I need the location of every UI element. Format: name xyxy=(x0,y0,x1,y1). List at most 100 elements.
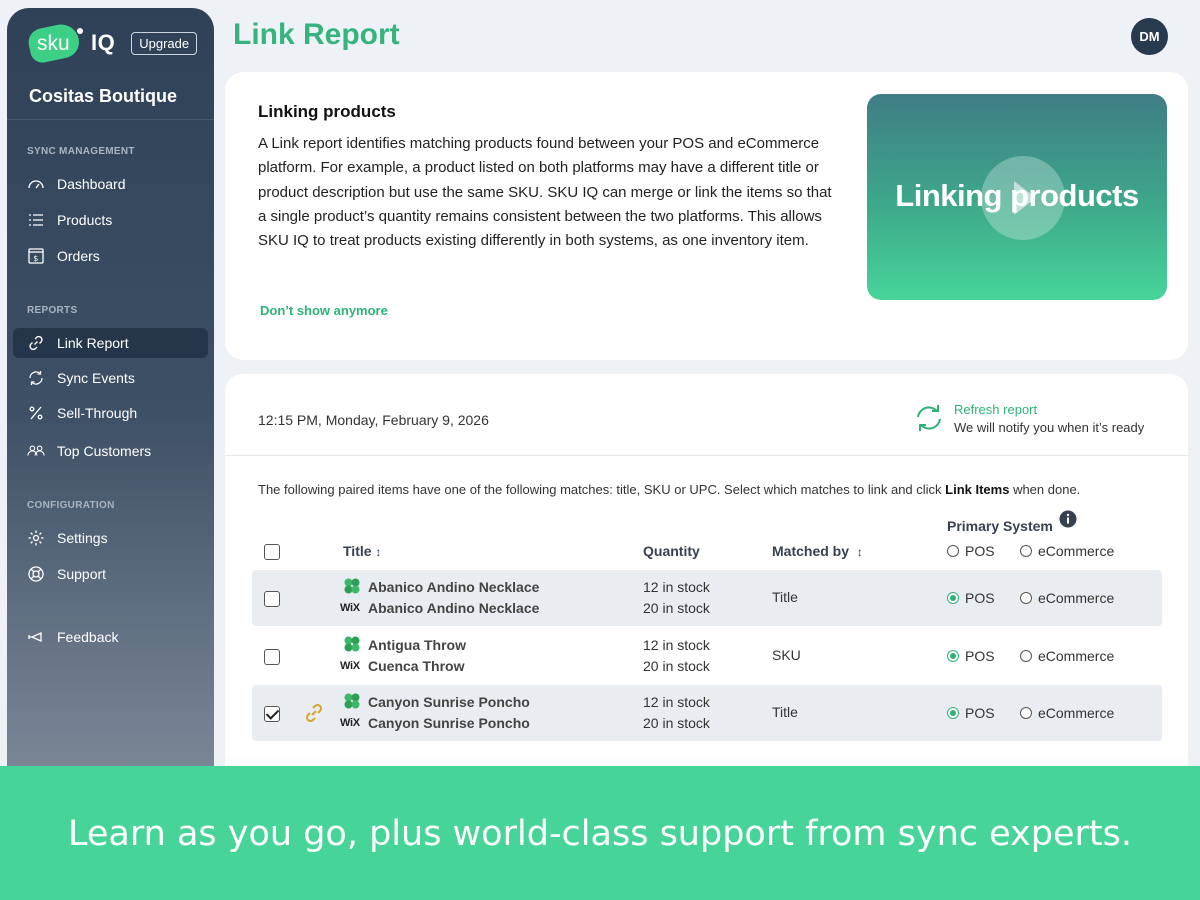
megaphone-icon xyxy=(28,631,42,643)
info-card-heading: Linking products xyxy=(258,102,396,121)
video-title: Linking products xyxy=(895,178,1139,213)
radio-label-ecommerce: eCommerce xyxy=(1038,705,1115,721)
primary-pos-radio[interactable] xyxy=(947,649,959,662)
ecommerce-product-title[interactable]: Cuenca Throw xyxy=(368,658,464,674)
radio-label-pos: POS xyxy=(965,647,995,664)
sidebar-item-dashboard[interactable]: Dashboard xyxy=(13,169,208,199)
all-primary-pos-radio[interactable] xyxy=(947,545,959,557)
svg-text:$: $ xyxy=(33,254,38,263)
radio-label-ecommerce: eCommerce xyxy=(1038,590,1115,606)
report-instructions: The following paired items have one of t… xyxy=(258,482,1080,497)
primary-pos-radio[interactable] xyxy=(947,592,959,604)
percent-icon xyxy=(29,406,43,420)
sidebar-item-settings[interactable]: Settings xyxy=(13,523,208,553)
pos-platform-icon xyxy=(343,692,361,710)
report-timestamp: 12:15 PM, Monday, February 9, 2026 xyxy=(258,412,489,428)
refresh-icon[interactable] xyxy=(913,402,945,434)
pos-quantity: 12 in stock xyxy=(643,579,710,595)
column-header-title[interactable]: Title ↕ xyxy=(343,543,381,559)
primary-ecommerce-radio[interactable] xyxy=(1020,707,1032,719)
matched-by-value: Title xyxy=(772,589,798,605)
sidebar-item-sync-events[interactable]: Sync Events xyxy=(13,363,208,393)
intro-bold-link-items: Link Items xyxy=(945,482,1010,497)
section-label-sync-management: SYNC MANAGEMENT xyxy=(27,146,135,157)
pos-product-title[interactable]: Antigua Throw xyxy=(368,637,466,653)
ecommerce-quantity: 20 in stock xyxy=(643,657,710,674)
video-thumbnail[interactable]: Linking products xyxy=(867,94,1167,300)
pos-quantity: 12 in stock xyxy=(643,694,710,710)
primary-pos-radio[interactable] xyxy=(947,707,959,719)
select-all-checkbox[interactable] xyxy=(264,544,280,560)
sidebar-item-label: Link Report xyxy=(57,335,129,351)
pos-product-title[interactable]: Canyon Sunrise Poncho xyxy=(368,694,530,710)
sidebar-item-label: Sell-Through xyxy=(57,405,138,421)
receipt-icon: $ xyxy=(28,248,44,264)
sidebar-item-sell-through[interactable]: Sell-Through xyxy=(13,398,208,428)
column-primary-system-label: Primary System xyxy=(947,518,1053,534)
column-title-label: Title xyxy=(343,543,372,559)
sidebar-item-label: Top Customers xyxy=(57,443,152,459)
users-icon xyxy=(27,445,45,456)
matched-by-value: SKU xyxy=(772,646,801,663)
ecommerce-product-title[interactable]: Abanico Andino Necklace xyxy=(368,600,539,616)
wix-platform-icon: WiX xyxy=(340,717,360,729)
dont-show-anymore-link[interactable]: Don’t show anymore xyxy=(260,303,388,318)
sidebar-item-label: Orders xyxy=(57,248,100,264)
list-icon xyxy=(29,214,43,226)
primary-ecommerce-radio[interactable] xyxy=(1020,592,1032,604)
gauge-icon xyxy=(28,180,44,189)
sidebar-item-feedback[interactable]: Feedback xyxy=(13,622,208,652)
promo-banner-text: Learn as you go, plus world-class suppor… xyxy=(68,814,1132,854)
sidebar-item-support[interactable]: Support xyxy=(13,559,208,589)
sidebar-item-label: Sync Events xyxy=(57,370,135,386)
ecommerce-product-title[interactable]: Canyon Sunrise Poncho xyxy=(368,715,530,731)
column-header-matched-by[interactable]: Matched by ↕ xyxy=(772,543,863,559)
linked-chain-icon xyxy=(305,703,323,723)
pos-platform-icon xyxy=(343,577,361,595)
pos-quantity: 12 in stock xyxy=(643,636,710,653)
sidebar-item-link-report[interactable]: Link Report xyxy=(13,328,208,358)
radio-label-ecommerce: eCommerce xyxy=(1038,647,1115,664)
radio-label-pos: POS xyxy=(965,590,995,606)
all-primary-ecommerce-radio[interactable] xyxy=(1020,545,1032,557)
section-label-reports: REPORTS xyxy=(27,305,78,316)
sort-icon: ↕ xyxy=(856,545,863,559)
pos-product-title[interactable]: Abanico Andino Necklace xyxy=(368,579,539,595)
sort-icon: ↕ xyxy=(375,545,382,559)
upgrade-button[interactable]: Upgrade xyxy=(131,31,198,55)
ecommerce-quantity: 20 in stock xyxy=(643,600,710,616)
ecommerce-quantity: 20 in stock xyxy=(643,715,710,731)
refresh-report-link[interactable]: Refresh report xyxy=(954,402,1037,417)
promo-banner: Learn as you go, plus world-class suppor… xyxy=(0,766,1200,900)
sidebar-item-label: Feedback xyxy=(57,629,119,645)
info-card: Linking products A Link report identifie… xyxy=(225,72,1188,360)
column-header-quantity: Quantity xyxy=(643,543,700,559)
row-checkbox[interactable] xyxy=(264,648,280,665)
info-icon[interactable] xyxy=(1059,510,1077,528)
gear-icon xyxy=(28,530,44,546)
column-matched-by-label: Matched by xyxy=(772,543,850,559)
link-icon xyxy=(29,335,43,351)
sidebar-item-products[interactable]: Products xyxy=(13,205,208,235)
sidebar-item-label: Dashboard xyxy=(57,176,126,192)
logo-sku-text: sku xyxy=(37,32,70,55)
sidebar-item-top-customers[interactable]: Top Customers xyxy=(13,436,208,466)
page-title: Link Report xyxy=(233,18,400,51)
sync-icon xyxy=(29,371,43,385)
row-checkbox[interactable] xyxy=(264,706,280,722)
logo-dot xyxy=(77,28,83,34)
intro-text-suffix: when done. xyxy=(1009,482,1081,497)
sidebar-item-label: Support xyxy=(57,566,107,582)
sidebar-item-orders[interactable]: $ Orders xyxy=(13,241,208,271)
section-label-configuration: CONFIGURATION xyxy=(27,500,115,511)
store-name: Cositas Boutique xyxy=(29,86,178,106)
primary-ecommerce-radio[interactable] xyxy=(1020,649,1032,662)
intro-text: The following paired items have one of t… xyxy=(258,482,946,497)
sidebar-item-label: Settings xyxy=(57,530,108,546)
user-avatar[interactable]: DM xyxy=(1131,18,1168,55)
info-card-body: A Link report identifies matching produc… xyxy=(258,135,832,250)
row-checkbox[interactable] xyxy=(264,591,280,607)
refresh-note: We will notify you when it’s ready xyxy=(954,420,1145,435)
logo-iq-text: IQ xyxy=(91,30,116,55)
skuiq-logo[interactable]: sku xyxy=(26,21,89,65)
